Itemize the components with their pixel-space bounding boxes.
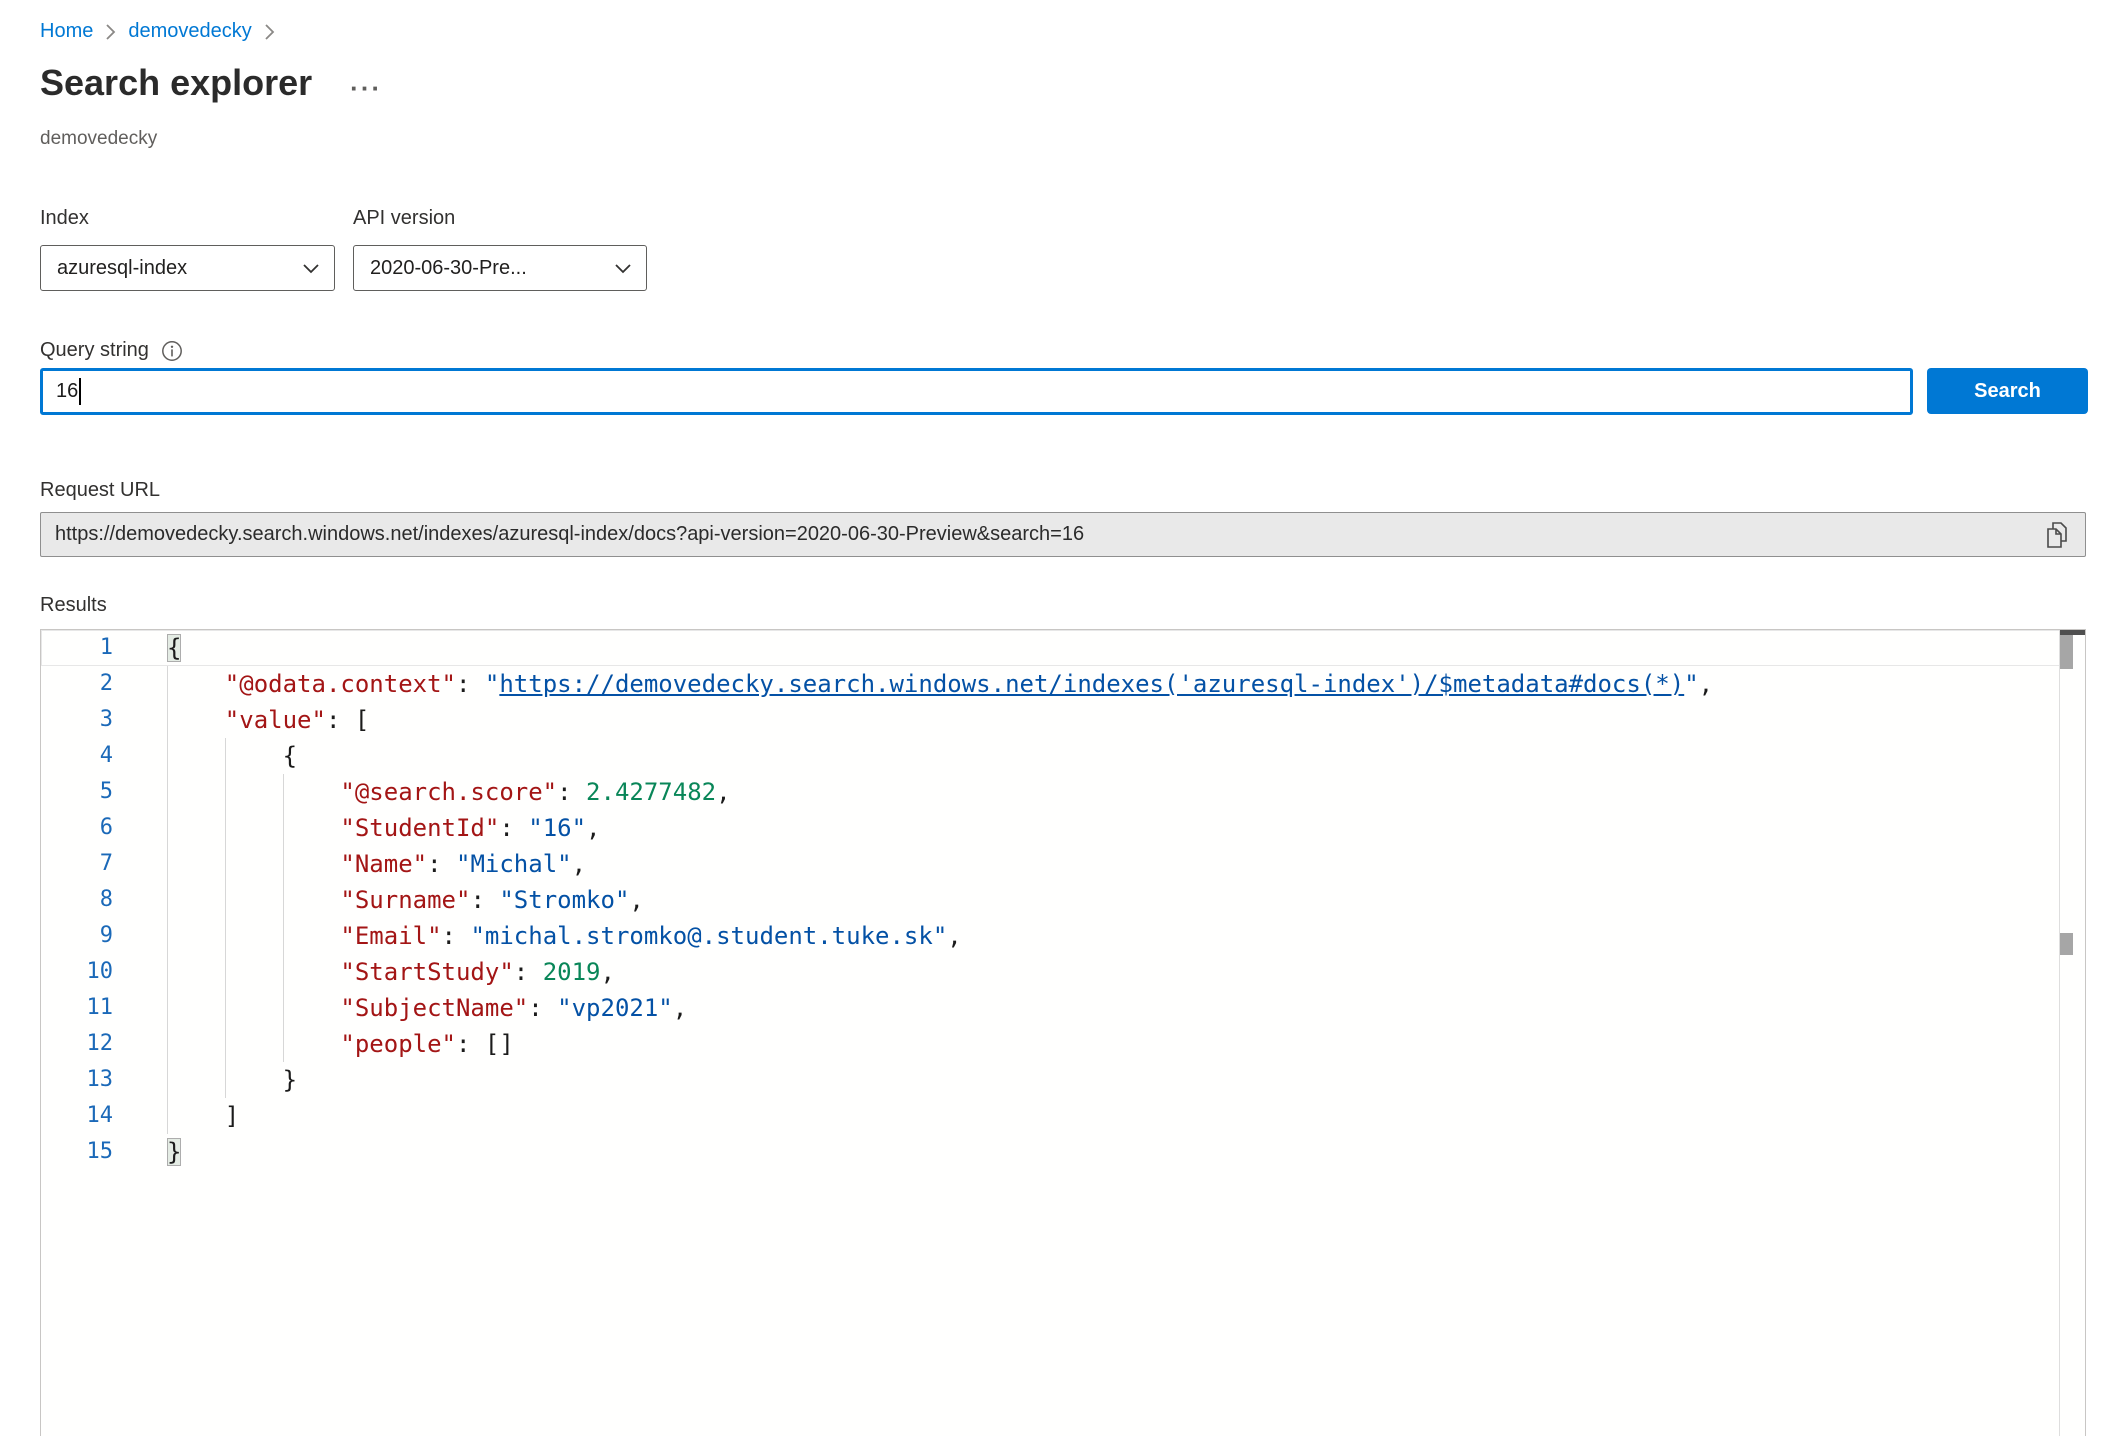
- code-line: 13 }: [41, 1062, 2085, 1098]
- code-line: 6 "StudentId": "16",: [41, 810, 2085, 846]
- code-line: 11 "SubjectName": "vp2021",: [41, 990, 2085, 1026]
- request-url-label: Request URL: [40, 479, 160, 502]
- code-line: 12 "people": []: [41, 1026, 2085, 1062]
- page-title: Search explorer: [40, 62, 312, 104]
- query-string-label: Query string: [40, 339, 149, 362]
- breadcrumb-home-link[interactable]: Home: [40, 20, 93, 43]
- chevron-down-icon: [614, 263, 632, 274]
- copy-icon: [2045, 521, 2069, 549]
- api-version-dropdown[interactable]: 2020-06-30-Pre...: [353, 245, 647, 291]
- results-label: Results: [40, 594, 107, 617]
- code-line: 8 "Surname": "Stromko",: [41, 882, 2085, 918]
- overview-ruler-marker: [2060, 933, 2073, 955]
- code-line: 9 "Email": "michal.stromko@.student.tuke…: [41, 918, 2085, 954]
- api-version-dropdown-value: 2020-06-30-Pre...: [370, 257, 527, 280]
- results-code: 1{2 "@odata.context": "https://demovedec…: [41, 630, 2085, 1170]
- search-button[interactable]: Search: [1927, 368, 2088, 414]
- code-line: 4 {: [41, 738, 2085, 774]
- info-icon[interactable]: [161, 340, 183, 362]
- index-dropdown-value: azuresql-index: [57, 257, 187, 280]
- code-line: 7 "Name": "Michal",: [41, 846, 2085, 882]
- index-label: Index: [40, 207, 89, 230]
- overview-ruler: [2059, 630, 2085, 1436]
- chevron-down-icon: [302, 263, 320, 274]
- copy-button[interactable]: [2043, 519, 2071, 551]
- query-input[interactable]: 16: [40, 368, 1913, 415]
- code-line: 15}: [41, 1134, 2085, 1170]
- code-line: 10 "StartStudy": 2019,: [41, 954, 2085, 990]
- api-version-label: API version: [353, 207, 455, 230]
- code-line: 5 "@search.score": 2.4277482,: [41, 774, 2085, 810]
- code-line: 2 "@odata.context": "https://demovedecky…: [41, 666, 2085, 702]
- vertical-scrollbar-thumb[interactable]: [2060, 635, 2073, 669]
- index-dropdown[interactable]: azuresql-index: [40, 245, 335, 291]
- code-line: 1{: [41, 630, 2085, 666]
- text-cursor: [79, 378, 81, 405]
- code-line: 3 "value": [: [41, 702, 2085, 738]
- code-line: 14 ]: [41, 1098, 2085, 1134]
- breadcrumb-service-link[interactable]: demovedecky: [128, 20, 251, 43]
- search-explorer-page: Home demovedecky Search explorer ··· dem…: [0, 0, 2102, 1436]
- page-subtitle: demovedecky: [40, 128, 157, 150]
- breadcrumb: Home demovedecky: [40, 20, 275, 43]
- results-editor[interactable]: 1{2 "@odata.context": "https://demovedec…: [40, 629, 2086, 1436]
- chevron-right-icon: [105, 23, 116, 41]
- request-url-field[interactable]: https://demovedecky.search.windows.net/i…: [40, 512, 2086, 557]
- more-options-button[interactable]: ···: [350, 68, 382, 98]
- query-input-value: 16: [56, 380, 78, 403]
- request-url-value: https://demovedecky.search.windows.net/i…: [55, 523, 2043, 546]
- chevron-right-icon: [264, 23, 275, 41]
